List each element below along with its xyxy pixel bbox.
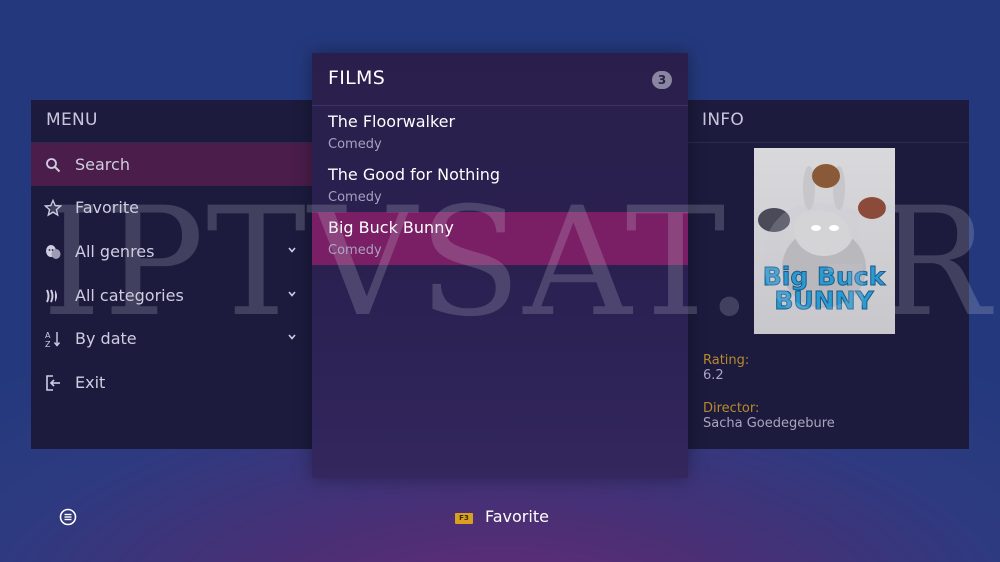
menu-item-label: Search (75, 155, 130, 174)
film-genre: Comedy (328, 243, 382, 258)
films-title: FILMS (328, 67, 386, 89)
film-title: Big Buck Bunny (328, 218, 454, 237)
menu-title: MENU (46, 110, 98, 130)
theater-masks-icon (44, 243, 62, 261)
menu-item-label: All genres (75, 242, 155, 261)
film-title: The Floorwalker (328, 112, 456, 131)
film-item[interactable]: Big Buck Bunny Comedy (312, 212, 688, 265)
chevron-down-icon (288, 334, 296, 340)
menu-panel: MENU Search Favorite All genres All cate… (31, 100, 313, 449)
menu-item-exit[interactable]: Exit (31, 361, 313, 404)
info-title: INFO (702, 110, 745, 130)
menu-item-label: By date (75, 329, 137, 348)
svg-text:A: A (45, 331, 51, 340)
categories-icon (44, 287, 62, 305)
favorite-hint-label[interactable]: Favorite (485, 507, 549, 526)
menu-item-all-categories[interactable]: All categories (31, 274, 313, 317)
info-divider (687, 142, 969, 143)
star-icon (44, 198, 62, 217)
rating-value: 6.2 (703, 368, 724, 383)
film-title: The Good for Nothing (328, 165, 501, 184)
sort-az-icon: AZ (44, 330, 62, 348)
chevron-down-icon (288, 247, 296, 253)
f3-key-badge: F3 (455, 513, 473, 524)
rating-label: Rating: (703, 353, 750, 368)
menu-item-search[interactable]: Search (31, 143, 313, 186)
menu-item-label: Favorite (75, 198, 139, 217)
movie-poster: Big Buck BUNNY (754, 148, 895, 334)
menu-item-all-genres[interactable]: All genres (31, 230, 313, 273)
film-item[interactable]: The Good for Nothing Comedy (312, 159, 688, 212)
exit-icon (44, 374, 62, 392)
poster-title-line2: BUNNY (774, 286, 874, 315)
film-genre: Comedy (328, 137, 382, 152)
menu-item-label: Exit (75, 373, 106, 392)
menu-item-label: All categories (75, 286, 184, 305)
director-value: Sacha Goedegebure (703, 416, 835, 431)
director-label: Director: (703, 401, 760, 416)
info-panel: INFO Big Buck BUNNY Rating: 6.2 Director… (687, 100, 969, 449)
film-genre: Comedy (328, 190, 382, 205)
films-panel: FILMS 3 The Floorwalker Comedy The Good … (312, 53, 688, 478)
menu-icon[interactable] (59, 508, 77, 526)
search-icon (44, 156, 62, 174)
svg-text:Z: Z (45, 340, 51, 348)
chevron-down-icon (288, 291, 296, 297)
menu-item-favorite[interactable]: Favorite (31, 186, 313, 229)
menu-item-by-date[interactable]: AZ By date (31, 317, 313, 360)
film-item[interactable]: The Floorwalker Comedy (312, 106, 688, 159)
films-count-badge: 3 (652, 71, 672, 89)
